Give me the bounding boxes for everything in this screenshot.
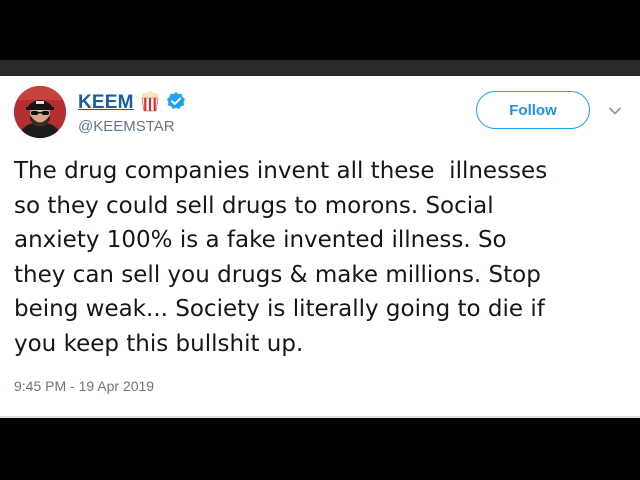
tweet-text: The drug companies invent all these illn… bbox=[14, 154, 634, 362]
avatar-image bbox=[14, 86, 66, 138]
follow-button[interactable]: Follow bbox=[476, 91, 590, 129]
tweet-timestamp[interactable]: 9:45 PM - 19 Apr 2019 bbox=[14, 378, 154, 394]
name-row: KEEM bbox=[78, 90, 186, 116]
tweet-text-line: so they could sell drugs to morons. Soci… bbox=[14, 192, 494, 219]
tweet-text-line: anxiety 100% is a fake invented illness.… bbox=[14, 227, 507, 254]
tweet-text-line: The drug companies invent all these illn… bbox=[14, 158, 548, 184]
user-handle[interactable]: @KEEMSTAR bbox=[78, 118, 175, 135]
avatar[interactable] bbox=[14, 86, 66, 138]
card-divider bbox=[0, 416, 640, 418]
video-frame: KEEM @KEEMSTAR Follow The drug companies… bbox=[0, 0, 640, 480]
display-name[interactable]: KEEM bbox=[78, 92, 134, 114]
popcorn-icon bbox=[140, 90, 160, 117]
top-bar bbox=[0, 60, 640, 76]
tweet-text-line: being weak... Society is literally going… bbox=[14, 296, 545, 323]
verified-badge-icon bbox=[166, 91, 186, 116]
tweet-text-line: they can sell you drugs & make millions.… bbox=[14, 261, 541, 288]
chevron-down-icon[interactable] bbox=[608, 104, 622, 118]
tweet-text-line: you keep this bullshit up. bbox=[14, 330, 304, 357]
tweet-card: KEEM @KEEMSTAR Follow The drug companies… bbox=[0, 76, 640, 416]
